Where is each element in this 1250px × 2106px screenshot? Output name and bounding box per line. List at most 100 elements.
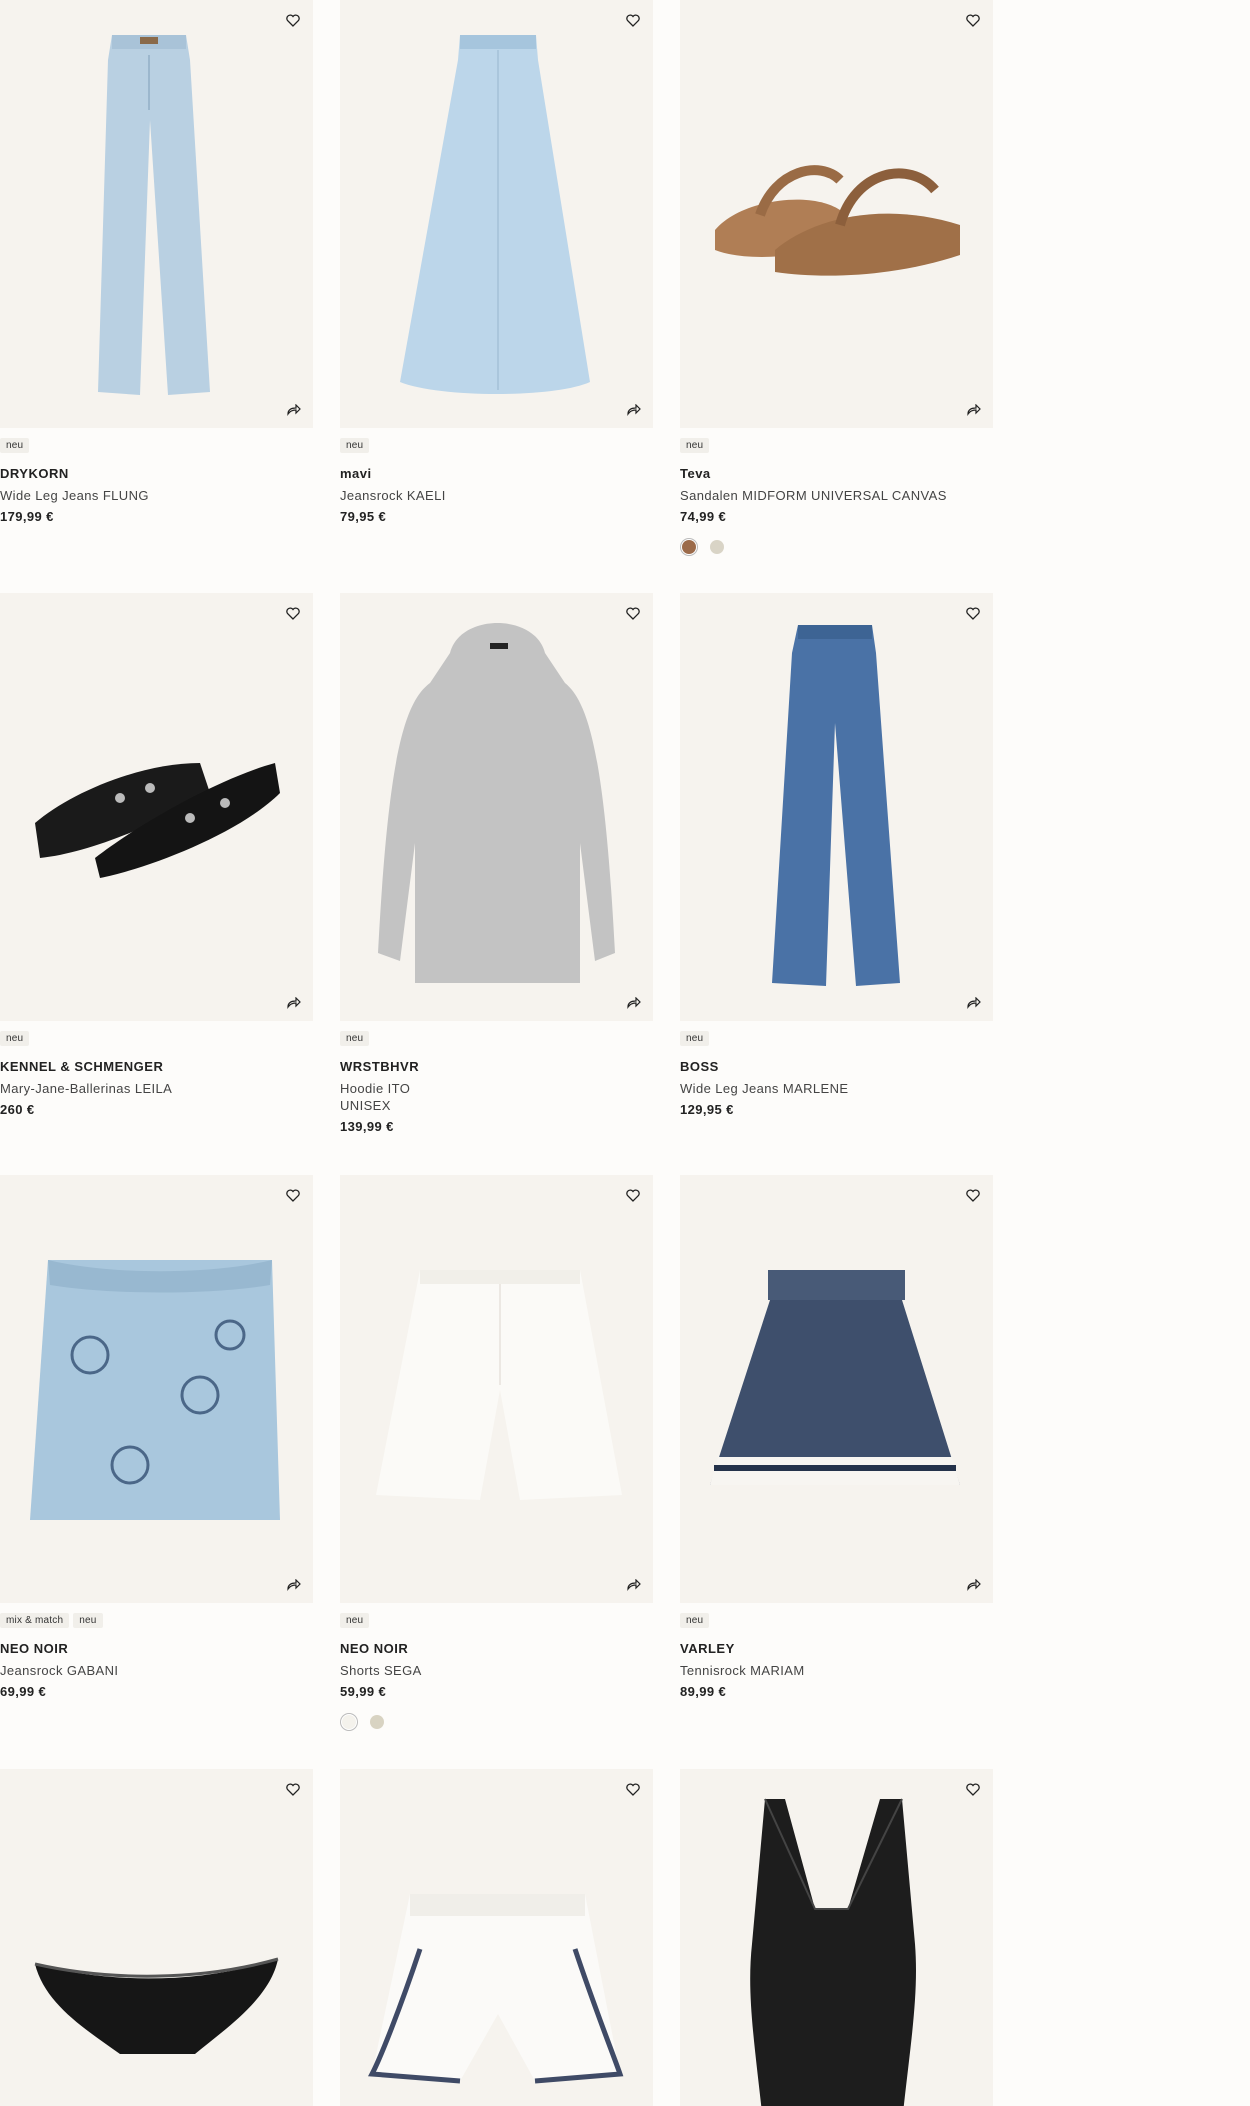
- product-image[interactable]: [0, 593, 313, 1021]
- new-badge: neu: [680, 1030, 710, 1046]
- color-swatch[interactable]: [710, 540, 724, 554]
- heart-icon[interactable]: [624, 604, 642, 622]
- sandals-image: [715, 165, 960, 276]
- share-icon[interactable]: [284, 1576, 302, 1594]
- denim-skirt-image: [400, 35, 590, 394]
- product-grid: neu DRYKORN Wide Leg Jeans FLUNG 179,99 …: [0, 0, 1250, 2106]
- product-brand[interactable]: mavi: [340, 466, 653, 481]
- product-brand[interactable]: VARLEY: [680, 1641, 993, 1656]
- heart-icon[interactable]: [964, 11, 982, 29]
- product-card[interactable]: [340, 1769, 653, 2106]
- wide-leg-jeans-image: [98, 35, 210, 395]
- product-image[interactable]: [340, 0, 653, 428]
- product-image[interactable]: [340, 1769, 653, 2106]
- color-swatch[interactable]: [682, 540, 696, 554]
- product-brand[interactable]: Teva: [680, 466, 993, 481]
- product-card[interactable]: neu WRSTBHVR Hoodie ITO UNISEX 139,99 €: [340, 593, 653, 1134]
- share-icon[interactable]: [964, 994, 982, 1012]
- product-card[interactable]: [0, 1769, 313, 2106]
- product-name[interactable]: Shorts SEGA: [340, 1662, 653, 1679]
- color-swatch[interactable]: [342, 1715, 356, 1729]
- product-brand[interactable]: NEO NOIR: [0, 1641, 313, 1656]
- product-brand[interactable]: WRSTBHVR: [340, 1059, 653, 1074]
- product-card[interactable]: neu DRYKORN Wide Leg Jeans FLUNG 179,99 …: [0, 0, 313, 524]
- sport-shorts-image: [368, 1894, 624, 2084]
- product-brand[interactable]: DRYKORN: [0, 466, 313, 481]
- product-name[interactable]: Hoodie ITO: [340, 1080, 653, 1097]
- product-image[interactable]: [340, 593, 653, 1021]
- badge-row: neu: [0, 1029, 313, 1047]
- product-price: 260 €: [0, 1102, 35, 1117]
- share-icon[interactable]: [284, 994, 302, 1012]
- heart-icon[interactable]: [284, 604, 302, 622]
- tennis-skirt-image: [710, 1270, 960, 1485]
- product-card[interactable]: neu VARLEY Tennisrock MARIAM 89,99 €: [680, 1175, 993, 1699]
- product-price: 139,99 €: [340, 1119, 394, 1134]
- heart-icon[interactable]: [284, 1780, 302, 1798]
- product-name[interactable]: Mary-Jane-Ballerinas LEILA: [0, 1080, 313, 1097]
- product-name-line2[interactable]: UNISEX: [340, 1097, 653, 1114]
- product-name[interactable]: Wide Leg Jeans FLUNG: [0, 487, 313, 504]
- product-price: 59,99 €: [340, 1684, 387, 1699]
- product-card[interactable]: neu NEO NOIR Shorts SEGA 59,99 €: [340, 1175, 653, 1729]
- product-brand[interactable]: BOSS: [680, 1059, 993, 1074]
- share-icon[interactable]: [624, 401, 642, 419]
- product-card[interactable]: neu Teva Sandalen MIDFORM UNIVERSAL CANV…: [680, 0, 993, 554]
- new-badge: neu: [340, 1030, 370, 1046]
- share-icon[interactable]: [624, 994, 642, 1012]
- product-card[interactable]: neu KENNEL & SCHMENGER Mary-Jane-Balleri…: [0, 593, 313, 1117]
- lace-body-image: [750, 1798, 916, 2106]
- new-badge: neu: [680, 437, 710, 453]
- product-brand[interactable]: KENNEL & SCHMENGER: [0, 1059, 313, 1074]
- product-brand[interactable]: NEO NOIR: [340, 1641, 653, 1656]
- ballerinas-image: [35, 763, 280, 878]
- heart-icon[interactable]: [624, 1186, 642, 1204]
- paisley-skirt-image: [30, 1260, 280, 1520]
- badge-row: neu: [340, 1029, 653, 1047]
- product-image[interactable]: [0, 1175, 313, 1603]
- new-badge: neu: [680, 1612, 710, 1628]
- product-image[interactable]: [680, 593, 993, 1021]
- product-name[interactable]: Jeansrock KAELI: [340, 487, 653, 504]
- badge-row: mix & match neu: [0, 1611, 313, 1629]
- product-price: 79,95 €: [340, 509, 387, 524]
- heart-icon[interactable]: [964, 1780, 982, 1798]
- product-image[interactable]: [680, 1175, 993, 1603]
- share-icon[interactable]: [964, 401, 982, 419]
- badge-row: neu: [680, 1611, 993, 1629]
- color-swatches: [680, 540, 993, 554]
- heart-icon[interactable]: [624, 11, 642, 29]
- product-card[interactable]: neu mavi Jeansrock KAELI 79,95 €: [340, 0, 653, 524]
- product-price: 179,99 €: [0, 509, 54, 524]
- heart-icon[interactable]: [284, 11, 302, 29]
- product-price: 129,95 €: [680, 1102, 734, 1117]
- product-name[interactable]: Jeansrock GABANI: [0, 1662, 313, 1679]
- product-image[interactable]: [680, 0, 993, 428]
- product-name[interactable]: Sandalen MIDFORM UNIVERSAL CANVAS: [680, 487, 993, 504]
- product-card[interactable]: [680, 1769, 993, 2106]
- color-swatch[interactable]: [370, 1715, 384, 1729]
- product-price: 74,99 €: [680, 509, 727, 524]
- heart-icon[interactable]: [284, 1186, 302, 1204]
- badge-row: neu: [340, 1611, 653, 1629]
- product-name[interactable]: Wide Leg Jeans MARLENE: [680, 1080, 993, 1097]
- product-price: 89,99 €: [680, 1684, 727, 1699]
- share-icon[interactable]: [964, 1576, 982, 1594]
- product-image[interactable]: [0, 0, 313, 428]
- new-badge: neu: [340, 437, 370, 453]
- hoodie-image: [378, 623, 615, 983]
- product-image[interactable]: [0, 1769, 313, 2106]
- heart-icon[interactable]: [964, 1186, 982, 1204]
- product-card[interactable]: mix & match neu NEO NOIR Jeansrock GABAN…: [0, 1175, 313, 1699]
- heart-icon[interactable]: [624, 1780, 642, 1798]
- new-badge: neu: [0, 437, 30, 453]
- product-image[interactable]: [680, 1769, 993, 2106]
- product-name[interactable]: Tennisrock MARIAM: [680, 1662, 993, 1679]
- white-shorts-image: [376, 1270, 622, 1500]
- product-image[interactable]: [340, 1175, 653, 1603]
- heart-icon[interactable]: [964, 604, 982, 622]
- share-icon[interactable]: [284, 401, 302, 419]
- share-icon[interactable]: [624, 1576, 642, 1594]
- badge-row: neu: [0, 436, 313, 454]
- product-card[interactable]: neu BOSS Wide Leg Jeans MARLENE 129,95 €: [680, 593, 993, 1117]
